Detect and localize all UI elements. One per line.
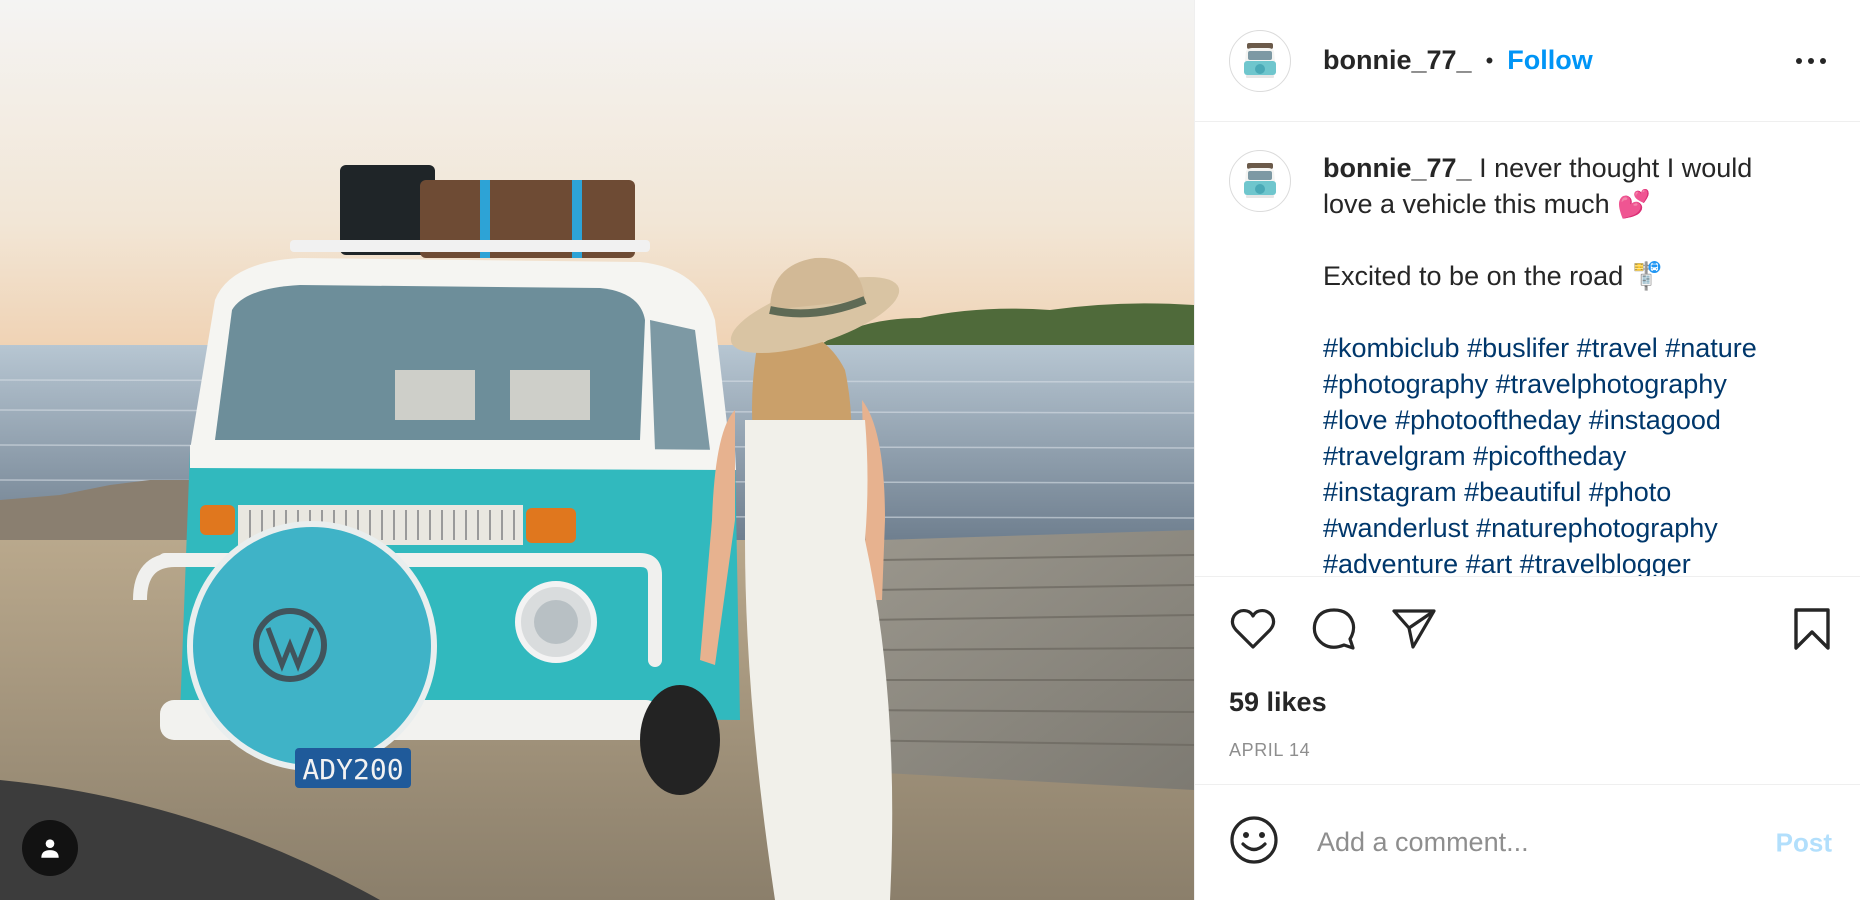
hashtag-link[interactable]: #photo [1589,477,1672,507]
more-options-button[interactable] [1796,57,1826,64]
hashtag-link[interactable]: #love [1323,405,1388,435]
caption-line-2: Excited to be on the road 🚏 [1323,261,1665,291]
hashtag-link[interactable]: #beautiful [1464,477,1581,507]
caption-author-avatar[interactable] [1229,150,1291,212]
hashtag-link[interactable]: #photooftheday [1395,405,1581,435]
comment-bar: Post [1195,785,1860,900]
van-avatar-icon [1244,163,1276,198]
bookmark-icon [1794,607,1830,650]
caption-text: bonnie_77_ I never thought I would love … [1323,150,1803,576]
hashtag-link[interactable]: #art [1466,549,1513,576]
share-button[interactable] [1391,607,1437,651]
license-plate-text: ADY200 [302,753,403,786]
follow-button[interactable]: Follow [1507,45,1592,76]
hashtag-link[interactable]: #nature [1665,333,1757,363]
hashtag-link[interactable]: #travelblogger [1520,549,1691,576]
hashtag-link[interactable]: #picoftheday [1473,441,1626,471]
tagged-users-button[interactable] [22,820,78,876]
hashtag-link[interactable]: #adventure [1323,549,1458,576]
save-button[interactable] [1792,607,1832,651]
hashtag-link[interactable]: #travel [1577,333,1658,363]
hashtag-link[interactable]: #travelphotography [1496,369,1727,399]
post-header: bonnie_77_ • Follow [1195,0,1860,122]
more-dot [1808,57,1814,64]
post-actions [1195,577,1860,680]
post-date[interactable]: APRIL 14 [1195,724,1860,785]
post-side-panel: bonnie_77_ • Follow bonnie_77_ I never t… [1194,0,1860,900]
paper-plane-icon [1392,608,1436,649]
comment-bubble-icon [1312,607,1356,650]
user-tag-icon [41,839,59,858]
heart-icon [1230,608,1276,649]
like-button[interactable] [1229,607,1277,651]
hashtag-link[interactable]: #wanderlust [1323,513,1469,543]
comment-button[interactable] [1311,606,1357,652]
hashtag-link[interactable]: #photography [1323,369,1488,399]
header-separator: • [1485,47,1494,73]
hashtag-list: #kombiclub #buslifer #travel #nature #ph… [1323,330,1803,576]
emoji-button[interactable] [1229,815,1279,870]
author-avatar[interactable] [1229,29,1291,92]
hashtag-link[interactable]: #buslifer [1467,333,1569,363]
hashtag-link[interactable]: #travelgram [1323,441,1466,471]
hashtag-link[interactable]: #instagram [1323,477,1457,507]
photo-illustration: ADY200 [0,0,1194,900]
hashtag-link[interactable]: #naturephotography [1476,513,1718,543]
likes-count[interactable]: 59 likes [1195,680,1860,724]
hashtag-link[interactable]: #instagood [1589,405,1721,435]
comment-input[interactable] [1315,826,1739,859]
more-dots-icon [1796,57,1802,64]
smiley-icon [1230,816,1278,864]
caption-username[interactable]: bonnie_77_ [1323,153,1472,183]
author-username[interactable]: bonnie_77_ [1323,45,1472,76]
post-photo[interactable]: ADY200 [0,0,1194,900]
post-modal: ADY200 bonnie_77_ • Follow bonnie_77_ I … [0,0,1860,900]
post-comment-button[interactable]: Post [1776,827,1832,858]
van-avatar-icon [1244,42,1276,78]
hashtag-link[interactable]: #kombiclub [1323,333,1460,363]
more-dot [1820,57,1826,64]
caption-area[interactable]: bonnie_77_ I never thought I would love … [1195,122,1860,577]
